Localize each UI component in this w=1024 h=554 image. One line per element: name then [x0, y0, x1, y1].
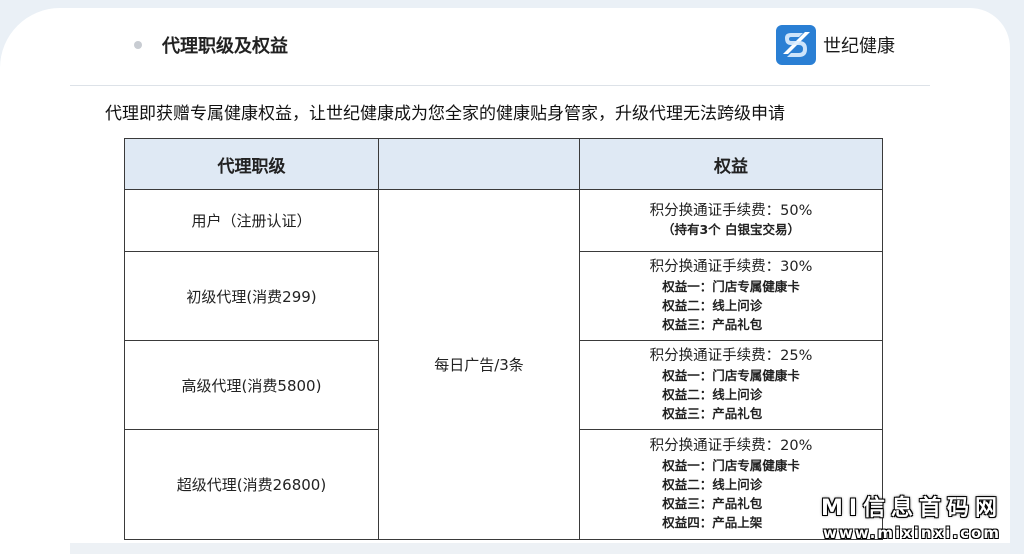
ad-cell: 每日广告/3条	[378, 189, 580, 540]
benefit-item: 权益三：产品礼包	[662, 406, 763, 421]
benefit-item: 权益二：线上问诊	[662, 298, 763, 313]
benefit-item: 权益四：产品上架	[662, 515, 763, 530]
benefit-item: 权益一：门店专属健康卡	[662, 279, 800, 294]
fee-text: 积分换通证手续费：25%	[649, 348, 813, 364]
rights-table: 代理职级 权益 用户（注册认证） 每日广告/3条 积分换通证手续费：50% （持…	[124, 138, 883, 540]
header-rights: 权益	[579, 138, 883, 190]
brand-name: 世纪健康	[823, 36, 895, 57]
bullet-dot-icon	[134, 41, 142, 49]
watermark-title: MI信息首码网	[820, 496, 1004, 521]
fee-text: 积分换通证手续费：20%	[649, 438, 813, 454]
table-row: 用户（注册认证） 每日广告/3条 积分换通证手续费：50% （持有3个 白银宝交…	[124, 189, 883, 540]
rights-cell: 积分换通证手续费：30% 权益一：门店专属健康卡 权益二：线上问诊 权益三：产品…	[579, 251, 883, 341]
fee-note: （持有3个 白银宝交易）	[661, 222, 801, 237]
level-cell: 用户（注册认证）	[124, 189, 379, 252]
level-cell: 高级代理(消费5800)	[124, 340, 379, 430]
rights-cell: 积分换通证手续费：25% 权益一：门店专属健康卡 权益二：线上问诊 权益三：产品…	[579, 340, 883, 430]
level-cell: 超级代理(消费26800)	[124, 429, 379, 540]
benefit-list: 权益一：门店专属健康卡 权益二：线上问诊 权益三：产品礼包 权益四：产品上架	[662, 456, 800, 532]
benefit-list: 权益一：门店专属健康卡 权益二：线上问诊 权益三：产品礼包	[662, 366, 800, 423]
benefit-item: 权益一：门店专属健康卡	[662, 368, 800, 383]
benefit-item: 权益二：线上问诊	[662, 477, 763, 492]
benefit-item: 权益三：产品礼包	[662, 317, 763, 332]
header-ads	[378, 138, 580, 190]
fee-text: 积分换通证手续费：30%	[649, 259, 813, 275]
rights-cell: 积分换通证手续费：50% （持有3个 白银宝交易）	[579, 189, 883, 252]
benefit-item: 权益一：门店专属健康卡	[662, 458, 800, 473]
brand: 世纪健康	[775, 23, 895, 67]
table-header-row: 代理职级 权益	[124, 138, 883, 190]
page-title: 代理职级及权益	[162, 36, 288, 57]
level-cell: 初级代理(消费299)	[124, 251, 379, 341]
benefit-item: 权益二：线上问诊	[662, 387, 763, 402]
watermark-url: www.mixinxi.com	[823, 524, 1001, 542]
header-level: 代理职级	[124, 138, 379, 190]
benefit-item: 权益三：产品礼包	[662, 496, 763, 511]
header-divider	[70, 85, 930, 86]
benefit-list: 权益一：门店专属健康卡 权益二：线上问诊 权益三：产品礼包	[662, 277, 800, 334]
subtitle: 代理即获赠专属健康权益，让世纪健康成为您全家的健康贴身管家，升级代理无法跨级申请	[105, 104, 785, 124]
fee-text: 积分换通证手续费：50%	[649, 203, 813, 219]
brand-logo-icon	[776, 25, 816, 65]
watermark: MI信息首码网 www.mixinxi.com	[800, 490, 1024, 554]
